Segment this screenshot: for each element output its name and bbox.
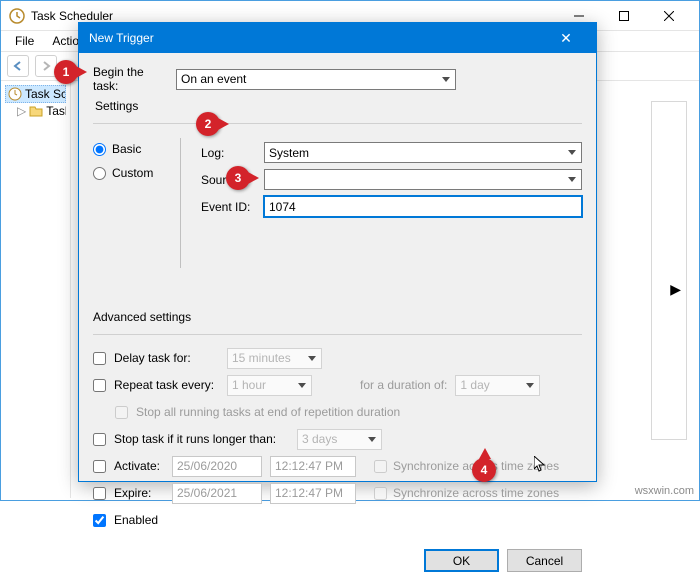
delay-select: 15 minutes (227, 348, 322, 369)
stop-longer-select: 3 days (297, 429, 382, 450)
source-select[interactable] (264, 169, 582, 190)
repeat-label: Repeat task every: (114, 378, 219, 392)
stop-repeat-label: Stop all running tasks at end of repetit… (136, 405, 400, 419)
maximize-button[interactable] (601, 1, 646, 31)
actions-panel-edge (651, 101, 687, 440)
parent-title: Task Scheduler (31, 9, 556, 23)
dialog-titlebar: New Trigger ✕ (79, 23, 596, 53)
dialog-close-button[interactable]: ✕ (546, 23, 586, 53)
cancel-button[interactable]: Cancel (507, 549, 582, 572)
duration-select: 1 day (455, 375, 540, 396)
back-button[interactable] (7, 55, 29, 77)
eventid-input[interactable] (264, 196, 582, 217)
stop-repeat-checkbox (115, 406, 128, 419)
activate-checkbox[interactable] (93, 460, 106, 473)
basic-radio-row[interactable]: Basic (93, 142, 180, 156)
delay-label: Delay task for: (114, 351, 219, 365)
ok-button[interactable]: OK (424, 549, 499, 572)
begin-task-label: Begin the task: (93, 65, 168, 93)
divider (93, 123, 582, 124)
expire-time (270, 483, 356, 504)
log-select[interactable]: System (264, 142, 582, 163)
tree-child[interactable]: ▷ Task S (5, 103, 66, 119)
expire-label: Expire: (114, 486, 164, 500)
enabled-checkbox[interactable] (93, 514, 106, 527)
custom-radio[interactable] (93, 167, 106, 180)
clock-icon (9, 8, 25, 24)
basic-radio[interactable] (93, 143, 106, 156)
activate-label: Activate: (114, 459, 164, 473)
advanced-heading: Advanced settings (93, 310, 582, 324)
stop-longer-checkbox[interactable] (93, 433, 106, 446)
enabled-label: Enabled (114, 513, 158, 527)
sync-tz-label: Synchronize across time zones (393, 486, 559, 500)
repeat-checkbox[interactable] (93, 379, 106, 392)
repeat-select: 1 hour (227, 375, 312, 396)
duration-label: for a duration of: (360, 378, 447, 392)
close-button[interactable] (646, 1, 691, 31)
divider (93, 334, 582, 335)
delay-checkbox[interactable] (93, 352, 106, 365)
new-trigger-dialog: New Trigger ✕ Begin the task: On an even… (78, 22, 597, 482)
chevron-right-icon[interactable]: ▶ (670, 281, 681, 298)
expand-icon[interactable]: ▷ (17, 104, 26, 118)
expire-checkbox[interactable] (93, 487, 106, 500)
callout-1: 1 (54, 60, 78, 84)
callout-2: 2 (196, 112, 220, 136)
activate-time (270, 456, 356, 477)
eventid-label: Event ID: (201, 200, 256, 214)
expire-date (172, 483, 262, 504)
begin-task-select[interactable]: On an event (176, 69, 456, 90)
folder-icon (29, 104, 43, 118)
callout-3: 3 (226, 166, 250, 190)
tree-root[interactable]: Task Sche (5, 85, 66, 103)
dialog-title: New Trigger (89, 31, 546, 45)
expire-sync-checkbox (374, 487, 387, 500)
log-label: Log: (201, 146, 256, 160)
clock-icon (8, 87, 22, 101)
activate-sync-checkbox (374, 460, 387, 473)
stop-longer-label: Stop task if it runs longer than: (114, 432, 289, 446)
menu-file[interactable]: File (7, 32, 42, 50)
callout-4: 4 (472, 458, 496, 482)
settings-heading: Settings (95, 99, 582, 113)
activate-date (172, 456, 262, 477)
tree-panel: Task Sche ▷ Task S (1, 81, 71, 498)
custom-radio-row[interactable]: Custom (93, 166, 180, 180)
watermark: wsxwin.com (635, 485, 694, 497)
